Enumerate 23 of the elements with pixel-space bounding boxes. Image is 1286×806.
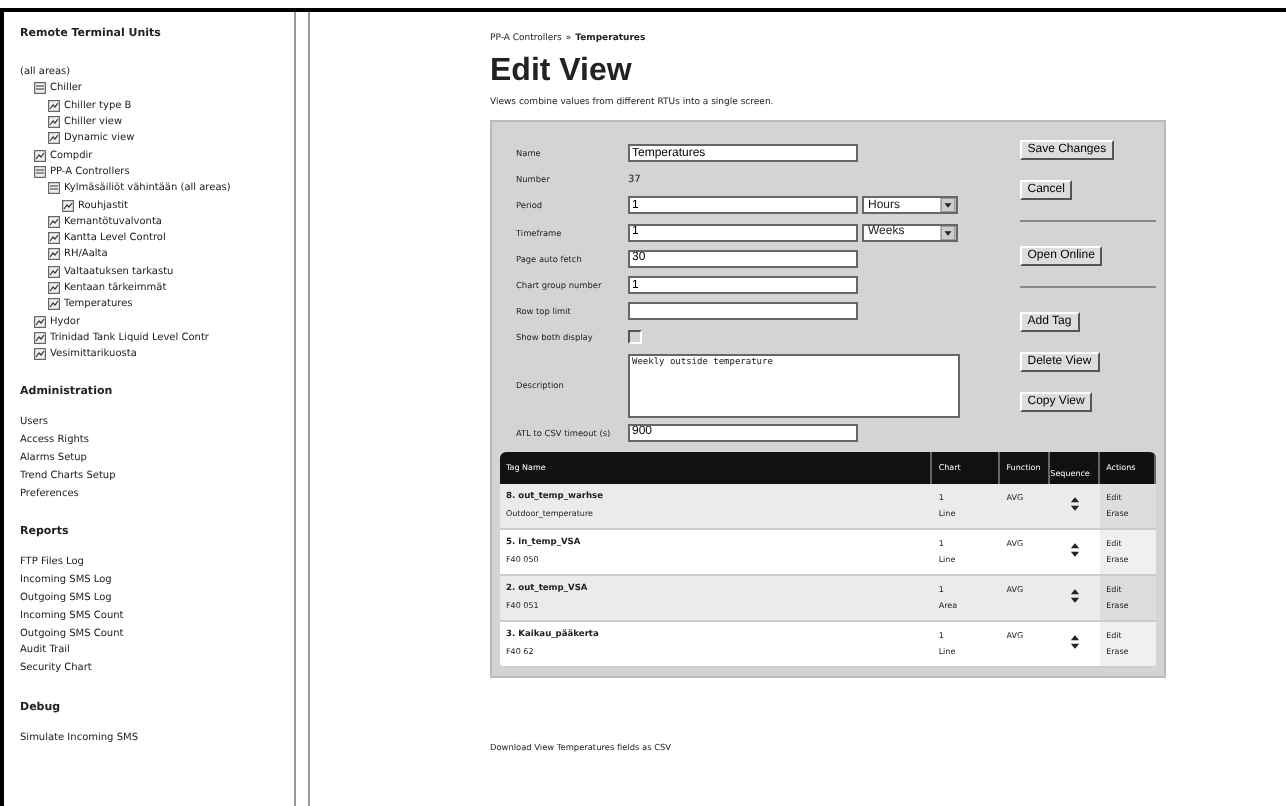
chart-icon bbox=[48, 99, 60, 112]
chart-icon bbox=[48, 248, 60, 261]
chart-icon bbox=[48, 116, 60, 129]
reorder-icon[interactable] bbox=[1070, 495, 1081, 512]
chart-icon bbox=[48, 132, 60, 145]
chart-icon bbox=[34, 348, 46, 361]
reorder-icon[interactable] bbox=[1070, 541, 1081, 558]
chart-icon bbox=[34, 149, 46, 162]
chart-icon bbox=[48, 298, 60, 311]
chart-icon bbox=[62, 199, 74, 212]
page-title: Edit View bbox=[490, 54, 634, 90]
dropdown-arrow-icon bbox=[940, 198, 956, 213]
chart-icon bbox=[34, 315, 46, 328]
chart-icon bbox=[48, 215, 60, 228]
text-field[interactable] bbox=[628, 302, 858, 321]
chart-icon bbox=[34, 331, 46, 344]
reorder-icon[interactable] bbox=[1070, 633, 1081, 650]
chart-icon bbox=[48, 282, 60, 294]
checkbox[interactable] bbox=[628, 330, 642, 345]
dropdown-arrow-icon bbox=[940, 225, 956, 240]
chart-icon bbox=[48, 232, 60, 245]
chart-icon bbox=[48, 265, 60, 278]
reorder-icon[interactable] bbox=[1070, 587, 1081, 604]
